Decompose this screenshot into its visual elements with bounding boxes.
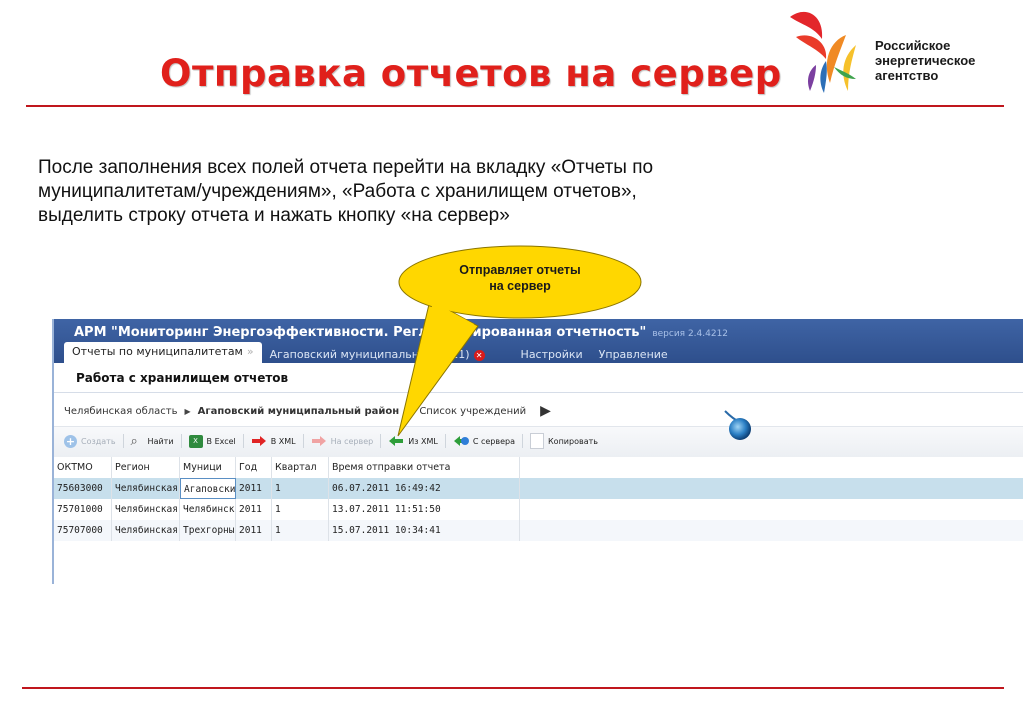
cell-send-time: 15.07.2011 10:34:41 bbox=[329, 520, 520, 541]
slide-title: Отправка отчетов на сервер bbox=[160, 52, 782, 95]
column-header-municipality[interactable]: Муници bbox=[180, 457, 236, 478]
cell-municipality[interactable]: Агаповский bbox=[180, 478, 236, 499]
intro-line-1: После заполнения всех полей отчета перей… bbox=[38, 157, 654, 178]
app-version: версия 2.4.4212 bbox=[652, 329, 729, 339]
cell-region: Челябинская bbox=[112, 499, 180, 520]
red-arrow-right-icon bbox=[251, 436, 266, 446]
cell-quarter: 1 bbox=[272, 478, 329, 499]
export-xml-button[interactable]: В XML bbox=[251, 435, 296, 447]
chevron-right-icon: » bbox=[246, 345, 254, 358]
cell-year: 2011 bbox=[236, 478, 272, 499]
to-xml-label: В XML bbox=[270, 436, 296, 446]
column-header-region[interactable]: Регион bbox=[112, 457, 180, 478]
tab-reports[interactable]: Отчеты по муниципалитетам» bbox=[64, 342, 262, 363]
create-button[interactable]: + Создать bbox=[64, 434, 116, 448]
cell-quarter: 1 bbox=[272, 499, 329, 520]
intro-line-2: муниципалитетам/учреждениям», «Работа с … bbox=[38, 181, 637, 202]
server-upload-icon bbox=[311, 436, 326, 446]
cell-region: Челябинская bbox=[112, 478, 180, 499]
cell-municipality: Трехгорный bbox=[180, 520, 236, 541]
toolbar-separator bbox=[242, 434, 244, 448]
cell-oktmo: 75701000 bbox=[54, 499, 112, 520]
toolbar-separator bbox=[122, 434, 124, 448]
logo-text: Российское энергетическое агентство bbox=[875, 38, 975, 83]
table-row[interactable]: 75701000 Челябинская Челябинск 2011 1 13… bbox=[54, 499, 1023, 520]
energy-agency-logo bbox=[790, 11, 856, 93]
cell-send-time: 13.07.2011 11:51:50 bbox=[329, 499, 520, 520]
intro-line-3: выделить строку отчета и нажать кнопку «… bbox=[38, 205, 510, 226]
excel-icon: X bbox=[188, 434, 203, 448]
column-header-year[interactable]: Год bbox=[236, 457, 272, 478]
cell-region: Челябинская bbox=[112, 520, 180, 541]
logo-line-2: энергетическое bbox=[875, 53, 976, 68]
export-excel-button[interactable]: XВ Excel bbox=[188, 434, 236, 448]
toolbar-separator bbox=[302, 434, 304, 448]
create-label: Создать bbox=[81, 436, 116, 446]
callout-text: Отправляет отчеты на сервер bbox=[420, 262, 620, 294]
find-label: Найти bbox=[147, 436, 174, 446]
callout-line-1: Отправляет отчеты bbox=[459, 263, 581, 277]
column-header-oktmo[interactable]: ОКТМО bbox=[54, 457, 112, 478]
plus-icon: + bbox=[64, 434, 77, 448]
footer-divider bbox=[22, 687, 1004, 689]
logo-line-3: агентство bbox=[875, 68, 939, 83]
cell-oktmo: 75707000 bbox=[54, 520, 112, 541]
section-title: Работа с хранилищем отчетов bbox=[76, 371, 289, 385]
toolbar-separator bbox=[180, 434, 182, 448]
cell-year: 2011 bbox=[236, 499, 272, 520]
globe-icon bbox=[724, 410, 751, 440]
breadcrumb-region[interactable]: Челябинская область bbox=[64, 406, 178, 417]
table-row[interactable]: 75707000 Челябинская Трехгорный 2011 1 1… bbox=[54, 520, 1023, 541]
intro-text: После заполнения всех полей отчета перей… bbox=[38, 156, 798, 228]
column-header-quarter[interactable]: Квартал bbox=[272, 457, 329, 478]
callout-line-2: на сервер bbox=[489, 279, 551, 293]
cell-quarter: 1 bbox=[272, 520, 329, 541]
cell-year: 2011 bbox=[236, 520, 272, 541]
cell-send-time: 06.07.2011 16:49:42 bbox=[329, 478, 520, 499]
excel-label: В Excel bbox=[206, 436, 236, 446]
tab-reports-label: Отчеты по муниципалитетам bbox=[72, 345, 243, 358]
find-button[interactable]: ⌕ Найти bbox=[131, 435, 174, 448]
cell-oktmo: 75603000 bbox=[54, 478, 112, 499]
search-icon: ⌕ bbox=[130, 433, 138, 449]
breadcrumb-arrow-icon: ▶ bbox=[184, 406, 191, 416]
cell-municipality: Челябинск bbox=[180, 499, 236, 520]
header-divider bbox=[26, 105, 1004, 107]
table-row[interactable]: 75603000 Челябинская Агаповский 2011 1 0… bbox=[54, 478, 1023, 499]
logo-line-1: Российское bbox=[875, 38, 951, 53]
